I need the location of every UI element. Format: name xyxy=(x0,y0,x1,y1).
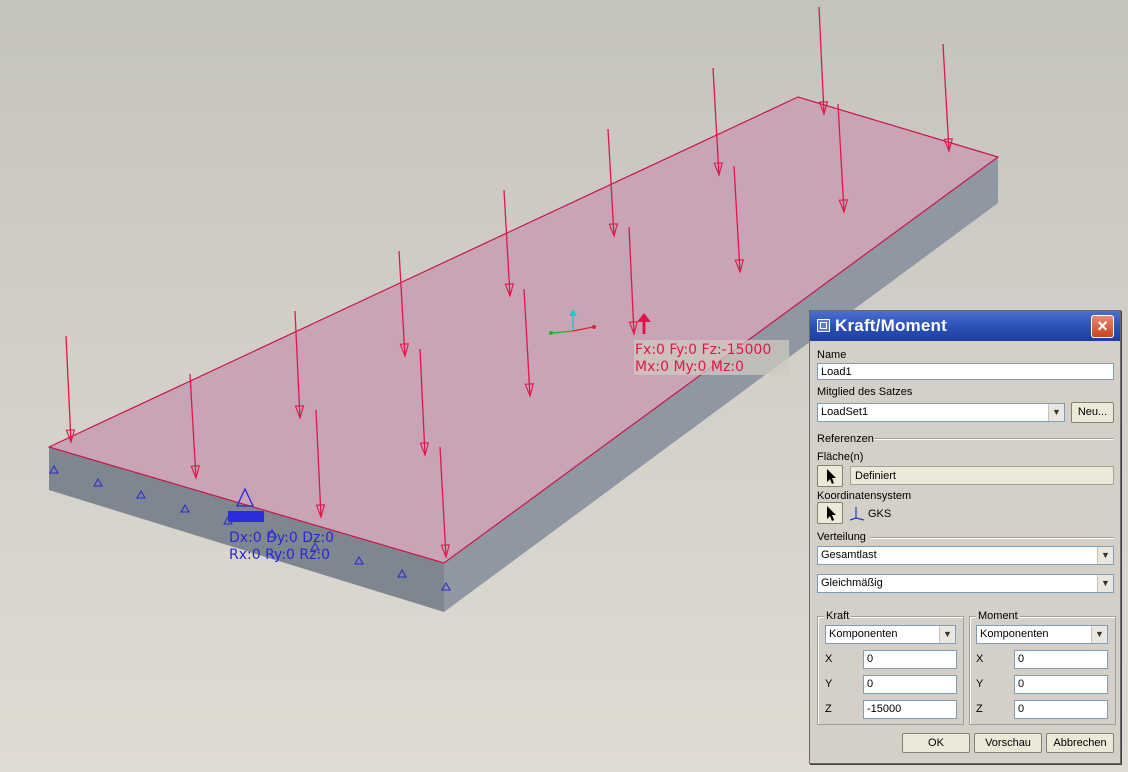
distribution-select[interactable]: Gesamtlast ▼ xyxy=(817,546,1114,565)
moment-group-title: Moment xyxy=(976,610,1020,622)
force-mode-value: Komponenten xyxy=(829,628,898,640)
cancel-button[interactable]: Abbrechen xyxy=(1046,733,1114,753)
distribution-select-value: Gesamtlast xyxy=(821,549,877,561)
csys-value: GKS xyxy=(868,508,892,520)
references-separator xyxy=(874,438,1114,440)
load-arrow xyxy=(65,335,76,444)
member-label: Mitglied des Satzes xyxy=(817,386,913,398)
moment-y-label: Y xyxy=(976,678,984,690)
chevron-down-icon[interactable]: ▼ xyxy=(1097,547,1113,564)
constraint-label-translations: Dx:0 Dy:0 Dz:0 xyxy=(229,530,334,546)
window-icon xyxy=(817,319,830,332)
member-select[interactable]: LoadSet1 ▼ xyxy=(817,403,1065,422)
close-button[interactable]: × xyxy=(1091,315,1114,338)
chevron-down-icon[interactable]: ▼ xyxy=(1048,404,1064,421)
force-z-label: Z xyxy=(825,703,832,715)
cursor-arrow-icon xyxy=(827,469,836,484)
chevron-down-icon[interactable]: ▼ xyxy=(1091,626,1107,643)
name-input[interactable]: Load1 xyxy=(817,363,1114,380)
moment-z-label: Z xyxy=(976,703,983,715)
distribution-label: Verteilung xyxy=(817,531,866,543)
close-icon: × xyxy=(1097,316,1108,336)
load-arrow xyxy=(942,43,954,153)
moment-z-input[interactable]: 0 xyxy=(1014,700,1108,719)
force-group-title: Kraft xyxy=(824,610,852,622)
csys-label: Koordinatensystem xyxy=(817,490,912,502)
chevron-down-icon[interactable]: ▼ xyxy=(939,626,955,643)
preview-button[interactable]: Vorschau xyxy=(974,733,1042,753)
force-z-input[interactable]: -15000 xyxy=(863,700,957,719)
references-label: Referenzen xyxy=(817,433,874,445)
force-y-input[interactable]: 0 xyxy=(863,675,957,694)
moment-x-label: X xyxy=(976,653,984,665)
force-mode-select[interactable]: Komponenten ▼ xyxy=(825,625,956,644)
force-moment-dialog: Kraft/Moment × Name Load1 Mitglied des S… xyxy=(809,310,1121,764)
csys-icon xyxy=(849,507,865,521)
dialog-titlebar[interactable]: Kraft/Moment × xyxy=(810,311,1120,341)
constraint-symbol-bar xyxy=(228,511,264,522)
load-arrow xyxy=(818,6,829,116)
force-x-label: X xyxy=(825,653,833,665)
force-y-label: Y xyxy=(825,678,833,690)
cursor-arrow-icon xyxy=(827,506,836,521)
member-select-value: LoadSet1 xyxy=(821,406,869,418)
moment-y-input[interactable]: 0 xyxy=(1014,675,1108,694)
load-label-moments: Mx:0 My:0 Mz:0 xyxy=(635,359,744,375)
moment-x-input[interactable]: 0 xyxy=(1014,650,1108,669)
surfaces-label: Fläche(n) xyxy=(817,451,864,463)
chevron-down-icon[interactable]: ▼ xyxy=(1097,575,1113,592)
surfaces-field: Definiert xyxy=(850,466,1114,485)
force-x-input[interactable]: 0 xyxy=(863,650,957,669)
name-label: Name xyxy=(817,349,847,361)
load-label-forces: Fx:0 Fy:0 Fz:-15000 xyxy=(635,342,771,358)
spatial-variation-select[interactable]: Gleichmäßig ▼ xyxy=(817,574,1114,593)
new-loadset-button[interactable]: Neu... xyxy=(1071,402,1114,423)
moment-mode-value: Komponenten xyxy=(980,628,1049,640)
constraint-label-rotations: Rx:0 Ry:0 Rz:0 xyxy=(229,547,330,563)
ok-button[interactable]: OK xyxy=(902,733,970,753)
select-csys-button[interactable] xyxy=(817,502,843,524)
moment-mode-select[interactable]: Komponenten ▼ xyxy=(976,625,1108,644)
distribution-separator xyxy=(870,537,1114,539)
dialog-title: Kraft/Moment xyxy=(835,316,947,335)
spatial-variation-value: Gleichmäßig xyxy=(821,577,883,589)
moment-group: Moment Komponenten ▼ X 0 Y 0 Z 0 xyxy=(969,610,1116,725)
force-group: Kraft Komponenten ▼ X 0 Y 0 Z -15000 xyxy=(817,610,964,725)
select-surfaces-button[interactable] xyxy=(817,465,843,487)
